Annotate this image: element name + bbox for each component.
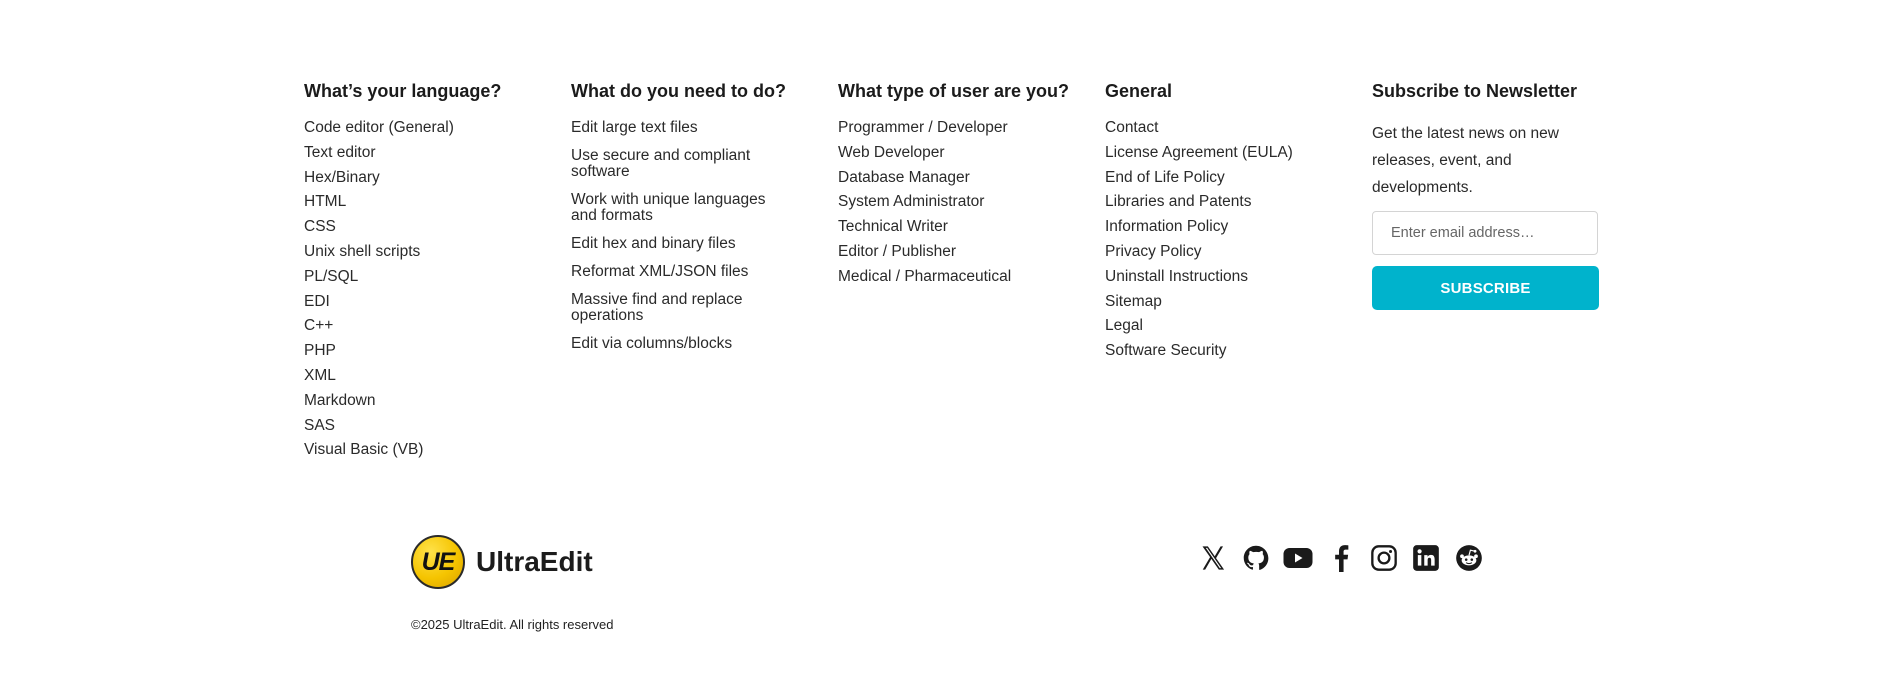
- github-icon[interactable]: [1241, 543, 1271, 573]
- general-column: General Contact License Agreement (EULA)…: [1105, 80, 1372, 467]
- language-link[interactable]: XML: [304, 367, 514, 384]
- user-type-column: What type of user are you? Programmer / …: [838, 80, 1105, 467]
- todo-link[interactable]: Edit large text files: [571, 120, 781, 136]
- language-column: What’s your language? Code editor (Gener…: [304, 80, 571, 467]
- general-link[interactable]: Legal: [1105, 318, 1315, 334]
- general-link[interactable]: Sitemap: [1105, 293, 1315, 310]
- linkedin-icon[interactable]: [1411, 543, 1441, 573]
- brand-logo[interactable]: UE UltraEdit: [411, 535, 593, 589]
- language-link[interactable]: Code editor (General): [304, 120, 514, 136]
- user-type-link[interactable]: Database Manager: [838, 169, 1048, 186]
- general-link[interactable]: Contact: [1105, 120, 1315, 136]
- language-link[interactable]: PL/SQL: [304, 268, 514, 285]
- language-link[interactable]: Text editor: [304, 144, 514, 161]
- language-link[interactable]: CSS: [304, 219, 514, 235]
- copyright-text: ©2025 UltraEdit. All rights reserved: [411, 617, 614, 632]
- general-list: Contact License Agreement (EULA) End of …: [1105, 120, 1372, 359]
- social-links: [1198, 543, 1497, 573]
- language-link[interactable]: HTML: [304, 194, 514, 210]
- subscribe-button[interactable]: SUBSCRIBE: [1372, 266, 1599, 310]
- language-link[interactable]: SAS: [304, 417, 514, 434]
- language-link[interactable]: Visual Basic (VB): [304, 442, 514, 458]
- todo-heading: What do you need to do?: [571, 81, 786, 101]
- todo-column: What do you need to do? Edit large text …: [571, 80, 838, 467]
- general-link[interactable]: Privacy Policy: [1105, 243, 1315, 260]
- todo-link[interactable]: Edit hex and binary files: [571, 236, 781, 252]
- general-link[interactable]: End of Life Policy: [1105, 169, 1315, 186]
- user-type-link[interactable]: Editor / Publisher: [838, 243, 1048, 260]
- language-link[interactable]: EDI: [304, 293, 514, 310]
- general-link[interactable]: License Agreement (EULA): [1105, 144, 1315, 161]
- todo-list: Edit large text files Use secure and com…: [571, 120, 838, 352]
- reddit-icon[interactable]: [1454, 543, 1484, 573]
- ue-logo-icon: UE: [411, 535, 465, 589]
- user-type-link[interactable]: Technical Writer: [838, 219, 1048, 235]
- user-type-heading: What type of user are you?: [838, 81, 1070, 101]
- x-icon[interactable]: [1198, 543, 1228, 573]
- general-link[interactable]: Uninstall Instructions: [1105, 268, 1315, 285]
- todo-link[interactable]: Reformat XML/JSON files: [571, 264, 781, 280]
- newsletter-column: Subscribe to Newsletter Get the latest n…: [1372, 80, 1639, 467]
- facebook-icon[interactable]: [1326, 543, 1356, 573]
- brand-name: UltraEdit: [476, 546, 593, 577]
- newsletter-heading: Subscribe to Newsletter: [1372, 81, 1578, 101]
- user-type-list: Programmer / Developer Web Developer Dat…: [838, 120, 1105, 285]
- user-type-link[interactable]: Web Developer: [838, 144, 1048, 161]
- user-type-link[interactable]: Medical / Pharmaceutical: [838, 268, 1048, 285]
- user-type-link[interactable]: System Administrator: [838, 194, 1048, 210]
- user-type-link[interactable]: Programmer / Developer: [838, 120, 1048, 136]
- todo-link[interactable]: Massive find and replace operations: [571, 292, 781, 324]
- language-link[interactable]: Markdown: [304, 392, 514, 409]
- footer-columns: What’s your language? Code editor (Gener…: [304, 80, 1639, 467]
- general-heading: General: [1105, 81, 1173, 101]
- language-heading: What’s your language?: [304, 81, 502, 101]
- general-link[interactable]: Libraries and Patents: [1105, 194, 1315, 210]
- todo-link[interactable]: Edit via columns/blocks: [571, 336, 781, 352]
- email-field[interactable]: [1372, 211, 1598, 255]
- todo-link[interactable]: Use secure and compliant software: [571, 148, 781, 180]
- language-link[interactable]: PHP: [304, 343, 514, 359]
- general-link[interactable]: Software Security: [1105, 343, 1315, 359]
- instagram-icon[interactable]: [1369, 543, 1399, 573]
- language-link[interactable]: Hex/Binary: [304, 169, 514, 186]
- language-list: Code editor (General) Text editor Hex/Bi…: [304, 120, 571, 458]
- newsletter-description: Get the latest news on new releases, eve…: [1372, 125, 1559, 196]
- general-link[interactable]: Information Policy: [1105, 219, 1315, 235]
- todo-link[interactable]: Work with unique languages and formats: [571, 192, 781, 224]
- language-link[interactable]: C++: [304, 318, 514, 334]
- language-link[interactable]: Unix shell scripts: [304, 243, 514, 260]
- youtube-icon[interactable]: [1283, 543, 1313, 573]
